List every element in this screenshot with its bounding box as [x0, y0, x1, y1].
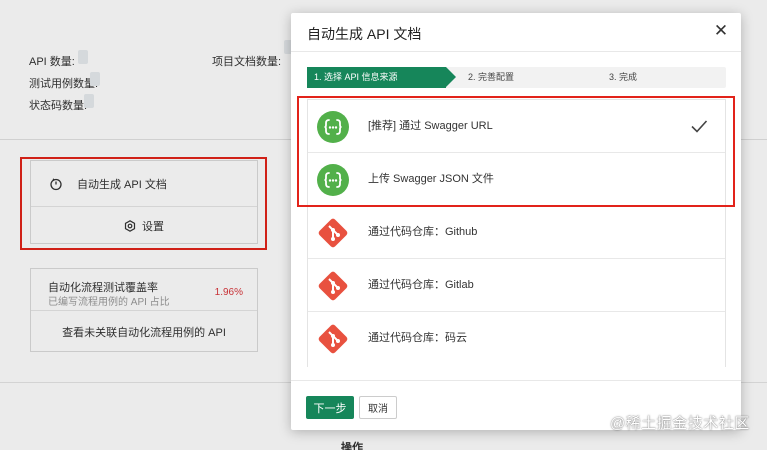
source-label: 通过代码仓库：Gitlab [368, 279, 474, 291]
modal-title: 自动生成 API 文档 [307, 26, 422, 42]
step-3[interactable]: 3. 完成 [609, 67, 637, 88]
cancel-button[interactable]: 取消 [359, 396, 397, 419]
source-gitee[interactable]: 通过代码仓库：码云 [308, 312, 725, 367]
close-icon[interactable]: ✕ [711, 21, 731, 41]
highlight-box-right [297, 96, 735, 207]
step-1[interactable]: 1. 选择 API 信息来源 [307, 67, 456, 88]
modal-footer-divider [291, 380, 741, 381]
step-indicator: 1. 选择 API 信息来源 2. 完善配置 3. 完成 [307, 67, 726, 88]
next-button[interactable]: 下一步 [306, 396, 354, 419]
watermark: @稀土掘金技术社区 [610, 415, 750, 432]
source-gitlab[interactable]: 通过代码仓库：Gitlab [308, 259, 725, 312]
modal-header-divider [291, 51, 741, 52]
step-2[interactable]: 2. 完善配置 [468, 67, 514, 88]
source-github[interactable]: 通过代码仓库：Github [308, 206, 725, 259]
git-icon [318, 271, 348, 301]
source-label: 通过代码仓库：码云 [368, 332, 467, 344]
source-label: 通过代码仓库：Github [368, 226, 478, 238]
git-icon [318, 218, 348, 248]
auto-generate-modal: 自动生成 API 文档 ✕ 1. 选择 API 信息来源 2. 完善配置 3. … [291, 13, 741, 430]
git-icon [318, 324, 348, 354]
